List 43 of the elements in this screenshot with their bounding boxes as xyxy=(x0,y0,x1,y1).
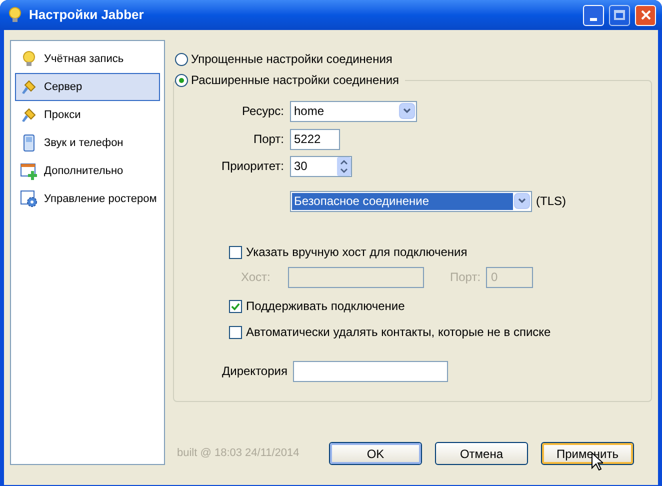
security-dropdown[interactable]: Безопасное соединение xyxy=(290,190,532,212)
maximize-button[interactable] xyxy=(609,4,630,26)
lightbulb-icon xyxy=(20,50,38,68)
close-button[interactable] xyxy=(635,4,656,26)
priority-spinbox[interactable]: 30 xyxy=(290,156,352,176)
brush-icon xyxy=(20,106,38,124)
sidebar-item[interactable]: Сервер xyxy=(15,73,160,101)
radio-button[interactable] xyxy=(175,52,188,66)
window-title: Настройки Jabber xyxy=(29,6,145,24)
sidebar-item[interactable]: Учётная запись xyxy=(15,45,160,73)
dialog-button[interactable]: OK xyxy=(329,442,422,465)
minimize-button[interactable] xyxy=(583,4,604,26)
resource-dropdown[interactable]: home xyxy=(290,100,417,122)
field-label: Хост: xyxy=(241,269,272,286)
gear-icon xyxy=(20,190,38,208)
radio-label: Расширенные настройки соединения xyxy=(191,72,400,89)
field-label: Порт: xyxy=(450,269,482,286)
checkbox-label: Автоматически удалять контакты, которые не в списке xyxy=(246,324,551,341)
radio-label: Упрощенные настройки соединения xyxy=(191,51,392,68)
close-icon xyxy=(640,10,650,20)
sidebar-item[interactable]: Звук и телефон xyxy=(15,129,160,157)
checkbox[interactable] xyxy=(229,300,242,312)
field-label: Порт: xyxy=(252,131,285,148)
field-label: Директория xyxy=(222,363,288,380)
spinner-arrows-icon[interactable] xyxy=(337,156,351,176)
build-info: built @ 18:03 24/11/2014 xyxy=(176,446,300,462)
radio-button[interactable] xyxy=(175,74,188,86)
checkbox-label: Указать вручную хост для подключения xyxy=(246,244,468,261)
checkbox[interactable] xyxy=(229,246,242,258)
sidebar-item[interactable]: Управление ростером xyxy=(15,185,160,213)
window-plus-icon xyxy=(20,162,38,180)
port-field[interactable]: 5222 xyxy=(290,128,340,150)
directory-field[interactable] xyxy=(293,360,448,382)
sidebar-item[interactable]: Дополнительно xyxy=(15,157,160,185)
field-label: Приоритет: xyxy=(220,158,285,175)
sidebar-item[interactable]: Прокси xyxy=(15,101,160,129)
field-label: Ресурс: xyxy=(240,103,285,120)
lightbulb-icon xyxy=(6,6,24,24)
checkbox-label: Поддерживать подключение xyxy=(246,298,405,315)
checkbox[interactable] xyxy=(229,326,242,338)
brush-icon xyxy=(20,78,38,96)
dialog-button[interactable]: Отмена xyxy=(435,442,528,465)
security-suffix: (TLS) xyxy=(536,193,566,210)
